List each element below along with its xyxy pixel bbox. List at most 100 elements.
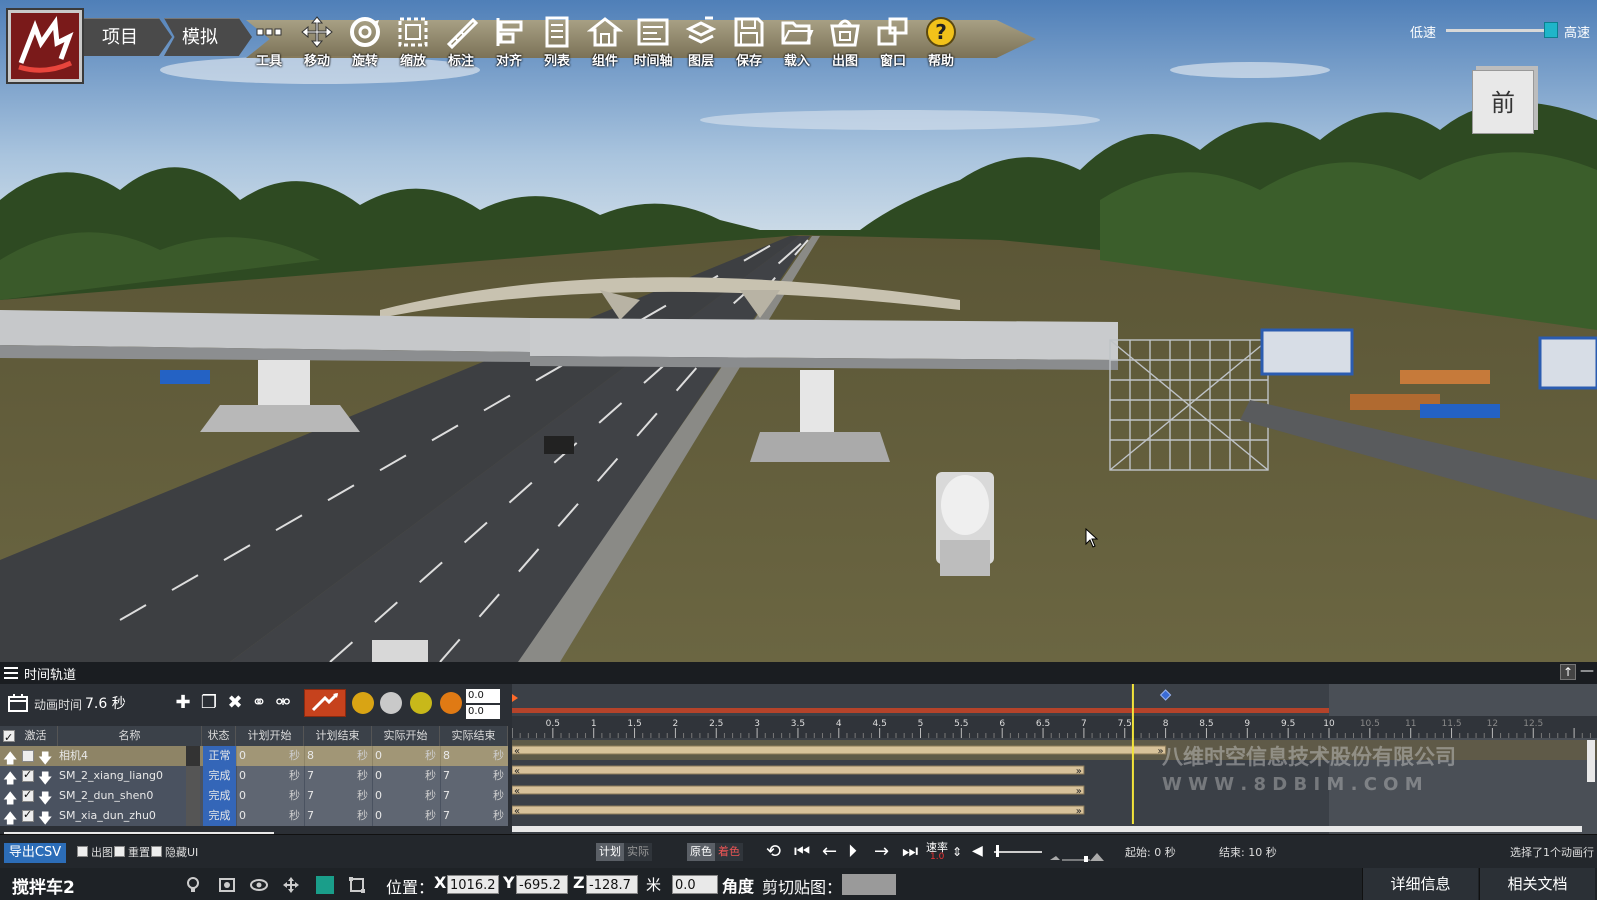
table-row[interactable]: 🡅 🡇 SM_2_dun_shen0 完成 0秒 7秒 0秒 7秒	[0, 786, 508, 807]
bar-start-handle[interactable]: «	[514, 746, 520, 757]
tool-layers-button[interactable]: 图层	[678, 12, 724, 70]
bar-start-handle[interactable]: «	[514, 786, 520, 797]
animation-bar[interactable]	[512, 765, 1085, 775]
column-header-plan-end[interactable]: 计划结束	[304, 726, 372, 746]
row-actual-start[interactable]: 0秒	[373, 806, 440, 826]
tool-component-button[interactable]: 组件	[582, 12, 628, 70]
rate-stepper-icon[interactable]: ⇕	[952, 845, 962, 859]
row-plan-start[interactable]: 0秒	[237, 806, 304, 826]
bar-end-handle[interactable]: »	[1076, 786, 1082, 797]
minimize-icon[interactable]: —	[1580, 664, 1594, 680]
column-header-active[interactable]: 激活	[0, 726, 58, 748]
column-header-status[interactable]: 状态	[202, 726, 236, 746]
row-actual-start[interactable]: 0秒	[373, 746, 440, 766]
export-csv-button[interactable]: 导出CSV	[4, 843, 66, 863]
table-row[interactable]: 🡅 🡇 SM_2_xiang_liang0 完成 0秒 7秒 0秒 7秒	[0, 766, 508, 787]
visibility-eye-icon[interactable]	[250, 876, 268, 894]
row-actual-end[interactable]: 8秒	[441, 746, 508, 766]
row-plan-end[interactable]: 7秒	[305, 766, 372, 786]
reset-rotation-icon[interactable]	[440, 692, 462, 714]
tool-scale-button[interactable]: 缩放	[390, 12, 436, 70]
step-forward-icon[interactable]: →	[874, 841, 889, 862]
tint-color-toggle[interactable]: 着色	[715, 843, 743, 861]
volume-slider-handle[interactable]	[996, 845, 999, 857]
step-back-icon[interactable]: ←	[822, 841, 837, 862]
speed-slider-handle[interactable]	[1543, 22, 1558, 38]
tool-timeline-button[interactable]: 时间轴	[630, 12, 676, 70]
loop-icon[interactable]: ⟲	[766, 841, 781, 862]
bar-start-handle[interactable]: «	[514, 806, 520, 817]
offset-field-b[interactable]: 0.0	[466, 705, 500, 719]
row-active-checkbox[interactable]	[22, 808, 34, 822]
row-actual-end[interactable]: 7秒	[441, 806, 508, 826]
color-swatch[interactable]	[316, 876, 334, 894]
add-icon[interactable]: ✚	[172, 692, 194, 714]
animation-bar[interactable]	[512, 745, 1167, 755]
animation-bar[interactable]	[512, 805, 1085, 815]
column-header-actual-end[interactable]: 实际结束	[440, 726, 508, 746]
playback-range-bar[interactable]	[512, 708, 1329, 713]
tool-align-button[interactable]: 对齐	[486, 12, 532, 70]
row-active-checkbox[interactable]	[22, 750, 34, 762]
breadcrumb-project[interactable]: 项目	[84, 18, 172, 56]
row-active-checkbox[interactable]	[22, 768, 34, 782]
row-actual-end[interactable]: 7秒	[441, 786, 508, 806]
speed-slider[interactable]: 低速 高速	[1410, 20, 1590, 41]
angle-field[interactable]: 0.0	[672, 875, 718, 894]
row-active-checkbox[interactable]	[22, 788, 34, 802]
zoom-slider[interactable]	[1050, 847, 1104, 862]
rotate-cw-icon[interactable]	[352, 692, 374, 714]
row-actual-end[interactable]: 7秒	[441, 766, 508, 786]
hide-ui-checkbox[interactable]	[151, 846, 162, 857]
reset-checkbox[interactable]	[114, 846, 125, 857]
bar-end-handle[interactable]: »	[1076, 766, 1082, 777]
bar-end-handle[interactable]: »	[1076, 806, 1082, 817]
plan-mode-toggle[interactable]: 计划	[596, 843, 624, 861]
row-actual-start[interactable]: 0秒	[373, 766, 440, 786]
view-cube[interactable]: 前	[1472, 70, 1534, 134]
3d-viewport[interactable]: 项目 模拟 工具 移动 旋转 缩放 标注 对齐 列表 组件 时间轴 图层 保存 …	[0, 0, 1597, 662]
tool-tools-button[interactable]: 工具	[246, 12, 292, 70]
original-color-toggle[interactable]: 原色	[687, 843, 715, 861]
play-icon[interactable]: ⏵	[848, 841, 857, 862]
timeline-tracks[interactable]: 0.5 1 1.5 2 2.5 3 3.5 4 4.5 5 5.5 6 6.5 7 7.5 8 8.5 9 9.5 1…	[512, 684, 1597, 834]
select-all-checkbox[interactable]	[3, 728, 15, 748]
unlink-icon[interactable]: ⚮	[272, 692, 294, 714]
tool-annotate-button[interactable]: 标注	[438, 12, 484, 70]
table-row[interactable]: 🡅 🡇 SM_xia_dun_zhu0 完成 0秒 7秒 0秒 7秒	[0, 806, 508, 827]
track-horizontal-scrollbar[interactable]	[512, 826, 1582, 832]
column-header-plan-start[interactable]: 计划开始	[236, 726, 304, 746]
row-plan-start[interactable]: 0秒	[237, 786, 304, 806]
move-up-icon[interactable]: 🡅	[3, 808, 17, 832]
row-plan-end[interactable]: 7秒	[305, 806, 372, 826]
position-x-field[interactable]: 1016.2	[447, 875, 499, 894]
bounding-box-icon[interactable]	[348, 876, 366, 894]
speed-slider-track[interactable]	[1446, 29, 1556, 32]
tool-help-button[interactable]: ? 帮助	[918, 12, 964, 70]
row-plan-start[interactable]: 0秒	[237, 766, 304, 786]
copy-icon[interactable]: ❐	[198, 692, 220, 714]
table-row[interactable]: 🡅 🡇 相机4 正常 0秒 8秒 0秒 8秒	[0, 746, 508, 767]
skip-to-start-icon[interactable]: ⏮	[794, 841, 810, 862]
export-image-checkbox[interactable]	[77, 846, 88, 857]
volume-icon[interactable]: ◀	[972, 843, 983, 859]
offset-field-a[interactable]: 0.0	[466, 689, 500, 703]
skip-to-end-icon[interactable]: ⏭	[902, 841, 918, 862]
tool-list-button[interactable]: 列表	[534, 12, 580, 70]
tool-save-button[interactable]: 保存	[726, 12, 772, 70]
position-z-field[interactable]: -128.7	[586, 875, 638, 894]
actual-mode-toggle[interactable]: 实际	[624, 843, 652, 861]
timeline-track-area[interactable]: 0.5 1 1.5 2 2.5 3 3.5 4 4.5 5 5.5 6 6.5 7 7.5 8 8.5 9 9.5 1…	[512, 684, 1597, 834]
snapshot-icon[interactable]	[218, 876, 236, 894]
row-plan-end[interactable]: 8秒	[305, 746, 372, 766]
tool-window-button[interactable]: 窗口	[870, 12, 916, 70]
move-down-icon[interactable]: 🡇	[38, 808, 52, 832]
position-y-field[interactable]: -695.2	[516, 875, 568, 894]
breadcrumb-simulation[interactable]: 模拟	[164, 18, 252, 56]
tab-details[interactable]: 详细信息	[1362, 868, 1478, 900]
column-header-name[interactable]: 名称	[58, 726, 202, 746]
column-header-actual-start[interactable]: 实际开始	[372, 726, 440, 746]
link-icon[interactable]: ⚭	[248, 692, 270, 714]
tool-export-image-button[interactable]: 出图	[822, 12, 868, 70]
tab-related-docs[interactable]: 相关文档	[1479, 868, 1595, 900]
